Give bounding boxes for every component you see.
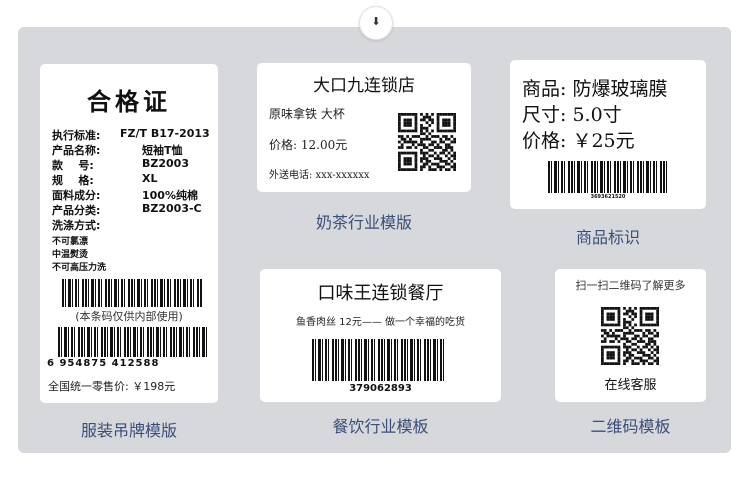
- qrcode-label: 在线客服: [604, 378, 657, 393]
- milk-tea-delivery: 外送电话: xxx-xxxxxx: [269, 170, 370, 181]
- qrcode-caption: 二维码模板: [590, 417, 671, 436]
- garment-field-value: FZ/T B17-2013: [120, 127, 210, 140]
- garment-barcode-note: (本条码仅供内部使用): [75, 310, 183, 323]
- product-label-card[interactable]: 商品: 防爆玻璃膜 尺寸: 5.0寸 价格: ￥25元 3693621520: [510, 60, 706, 209]
- restaurant-barcode: [312, 339, 446, 381]
- garment-field-value: BZ2003-C: [142, 202, 202, 215]
- restaurant-slogan: 鱼香肉丝 12元—— 做一个幸福的吃货: [295, 317, 466, 328]
- garment-field-row: 执行标准: FZ/T B17-2013: [52, 127, 212, 142]
- garment-wash-item: 不可氯漂: [52, 237, 89, 247]
- milk-tea-card[interactable]: 大口九连锁店 原味拿铁 大杯 价格: 12.00元 外送电话: xxx-xxxx…: [257, 63, 471, 192]
- garment-field-row: 产品分类: BZ2003-C: [52, 202, 212, 217]
- template-gallery: 合格证 执行标准: FZ/T B17-2013 产品名称: 短袖T恤款 号: BZ200…: [18, 27, 731, 453]
- product-label-barcode: [548, 161, 668, 193]
- product-label-caption: 商品标识: [575, 228, 640, 247]
- garment-field-label: 产品分类:: [52, 204, 101, 217]
- product-label-line1: 商品: 防爆玻璃膜: [522, 78, 668, 100]
- qrcode-card[interactable]: 扫一扫二维码了解更多 在线客服: [555, 269, 706, 402]
- garment-price: 全国统一零售价: ￥198元: [48, 380, 176, 393]
- chevron-down-icon: ⬇: [371, 15, 381, 28]
- garment-retail-barcode: [58, 327, 208, 357]
- garment-tag-card[interactable]: 合格证 执行标准: FZ/T B17-2013 产品名称: 短袖T恤款 号: BZ200…: [40, 64, 218, 403]
- qrcode-image: [601, 307, 659, 365]
- restaurant-card[interactable]: 口味王连锁餐厅 鱼香肉丝 12元—— 做一个幸福的吃货 379062893: [260, 269, 501, 402]
- qrcode-hint: 扫一扫二维码了解更多: [575, 279, 686, 292]
- garment-barcode-digits: 6 954875 412588: [47, 358, 160, 369]
- milk-tea-qr-code: [398, 113, 456, 171]
- garment-field-value: BZ2003: [142, 157, 189, 170]
- garment-barcode: [62, 279, 202, 307]
- garment-field-row: 规 格: XL: [52, 172, 212, 187]
- garment-field-row: 面料成分: 100%纯棉: [52, 187, 212, 202]
- garment-title: 合格证: [87, 88, 171, 116]
- garment-field-value: 100%纯棉: [142, 189, 198, 202]
- garment-caption: 服装吊牌模版: [80, 421, 177, 440]
- garment-field-value: 短袖T恤: [142, 144, 183, 157]
- product-label-barcode-number: 3693621520: [590, 194, 626, 200]
- garment-field-label: 产品名称:: [52, 144, 101, 157]
- garment-field-label: 执行标准:: [52, 129, 101, 142]
- milk-tea-store: 大口九连锁店: [313, 76, 415, 96]
- garment-field-row: 产品名称: 短袖T恤: [52, 142, 212, 157]
- product-label-line3: 价格: ￥25元: [522, 130, 635, 152]
- garment-field-row: 款 号: BZ2003: [52, 157, 212, 172]
- garment-field-label: 面料成分:: [52, 189, 101, 202]
- restaurant-caption: 餐饮行业模板: [332, 417, 429, 436]
- garment-wash-item: 不可高压力洗: [52, 263, 107, 273]
- milk-tea-caption: 奶茶行业模版: [315, 213, 412, 232]
- restaurant-barcode-number: 379062893: [349, 383, 412, 394]
- garment-wash-list: 不可氯漂中温熨烫不可高压力洗: [52, 234, 106, 273]
- scroll-down-button[interactable]: ⬇: [359, 6, 393, 40]
- garment-fields: 执行标准: FZ/T B17-2013 产品名称: 短袖T恤款 号: BZ2003 规 格…: [52, 127, 212, 232]
- garment-field-row: 洗涤方式:: [52, 217, 212, 232]
- garment-field-label: 款 号:: [52, 159, 94, 172]
- milk-tea-price: 价格: 12.00元: [269, 138, 348, 152]
- garment-field-label: 规 格:: [52, 174, 94, 187]
- milk-tea-product: 原味拿铁 大杯: [269, 107, 345, 121]
- product-label-line2: 尺寸: 5.0寸: [522, 104, 622, 126]
- garment-field-value: XL: [142, 172, 158, 185]
- garment-field-label: 洗涤方式:: [52, 219, 101, 232]
- restaurant-store: 口味王连锁餐厅: [317, 283, 444, 304]
- garment-wash-item: 中温熨烫: [52, 250, 89, 260]
